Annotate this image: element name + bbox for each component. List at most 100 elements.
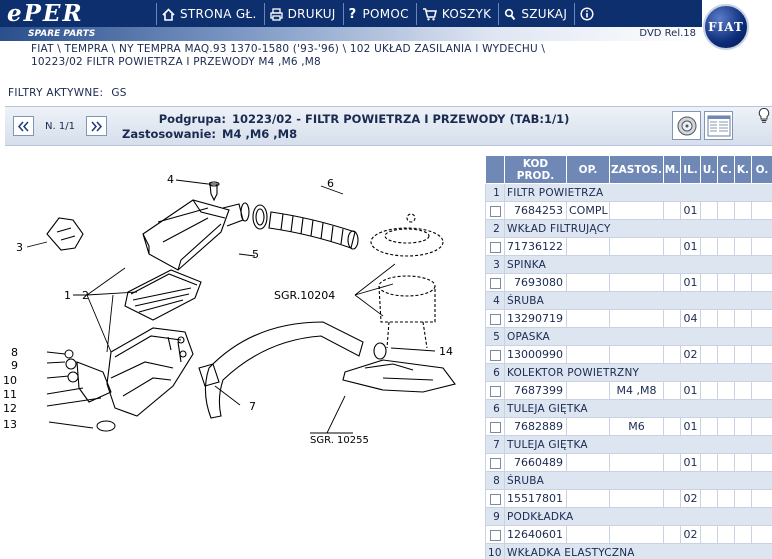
part-group-row: 9 PODKŁADKA [485,507,772,526]
nav-help-label: POMOC [362,7,409,21]
parts-table-body: 1 FILTR POWIETRZA 7684253 COMPL 01 2 WKŁAD FIL… [485,183,772,559]
part-row[interactable]: 7682889 M6 01 [485,417,772,436]
callout-8: 8 [11,346,18,359]
part-row[interactable]: 7687399 M4 ,M8 01 [485,381,772,400]
header-op[interactable]: OP. [566,155,610,184]
part-row[interactable]: 13000990 02 [485,345,772,364]
washer-9-shape [65,358,77,370]
part-k [734,381,752,400]
part-select-cell[interactable] [485,237,505,256]
part-row[interactable]: 7660489 01 [485,453,772,472]
view-tools [672,111,736,140]
part-select-cell[interactable] [485,201,505,220]
part-usage [609,273,664,292]
flexible-pipe-shape [204,321,364,419]
part-group-name: TULEJA GIĘTKA [504,435,772,454]
part-select-checkbox[interactable] [489,277,501,289]
wheel-view-button[interactable] [672,111,701,140]
part-row[interactable]: 7693080 01 [485,273,772,292]
part-select-checkbox[interactable] [489,313,501,325]
part-code[interactable]: 15517801 [504,489,567,508]
part-select-cell[interactable] [485,453,505,472]
next-page-button[interactable] [86,116,107,136]
part-code[interactable]: 7687399 [504,381,567,400]
part-code[interactable]: 13290719 [504,309,567,328]
part-code[interactable]: 71736122 [504,237,567,256]
part-group-name: FILTR POWIETRZA [504,183,772,202]
part-row[interactable]: 13290719 04 [485,309,772,328]
part-c [717,201,735,220]
part-select-cell[interactable] [485,345,505,364]
part-m [663,273,681,292]
header-m[interactable]: M. [663,155,681,184]
prev-page-button[interactable] [13,116,34,136]
part-u [700,453,718,472]
exploded-parts-drawing: 4 6 3 5 1 2 SGR.10204 8 9 14 10 11 7 12 … [3,173,456,446]
top-bar: ePER STRONA GŁ. DRUKUJ ? POMOC KOSZYK SZ… [0,0,702,27]
breadcrumb: FIAT \ TEMPRA \ NY TEMPRA MAQ.93 1370-15… [31,43,591,69]
part-select-checkbox[interactable] [489,349,501,361]
hint-button[interactable] [757,107,771,127]
part-code[interactable]: 7684253 [504,201,567,220]
part-row[interactable]: 71736122 01 [485,237,772,256]
header-code[interactable]: KOD PROD. [504,155,567,184]
header-u[interactable]: U. [700,155,718,184]
part-c [717,309,735,328]
part-code[interactable]: 7693080 [504,273,567,292]
part-c [717,489,735,508]
page-number: N. 1/1 [45,120,75,132]
header-k[interactable]: K. [734,155,752,184]
part-usage [609,489,664,508]
active-filters-value[interactable]: GS [111,87,126,99]
part-c [717,453,735,472]
part-select-checkbox[interactable] [489,529,501,541]
header-qty[interactable]: IL. [680,155,701,184]
part-o [751,381,772,400]
header-c[interactable]: C. [717,155,735,184]
table-view-button[interactable] [704,111,733,140]
part-group-row: 7 TULEJA GIĘTKA [485,435,772,454]
part-code[interactable]: 12640601 [504,525,567,544]
print-icon [269,7,283,21]
spare-parts-tagline: SPARE PARTS [28,29,96,39]
part-select-cell[interactable] [485,417,505,436]
part-group-name: WKŁAD FILTRUJĄCY [504,219,772,238]
nav-home-button[interactable]: STRONA GŁ. [156,3,264,25]
part-qty: 04 [680,309,701,328]
part-group-row: 1 FILTR POWIETRZA [485,183,772,202]
part-k [734,417,752,436]
part-code[interactable]: 7660489 [504,453,567,472]
nav-cart-button[interactable]: KOSZYK [415,3,499,25]
part-qty: 01 [680,237,701,256]
part-row[interactable]: 7684253 COMPL 01 [485,201,772,220]
part-select-checkbox[interactable] [489,205,501,217]
nav-info-button[interactable] [574,3,606,25]
nav-search-button[interactable]: SZUKAJ [498,3,574,25]
part-code[interactable]: 7682889 [504,417,567,436]
header-usage[interactable]: ZASTOS. [609,155,664,184]
nav-print-label: DRUKUJ [287,7,336,21]
nav-print-button[interactable]: DRUKUJ [263,3,343,25]
part-group-name: ŚRUBA [504,291,772,310]
part-k [734,453,752,472]
part-select-cell[interactable] [485,309,505,328]
nav-help-button[interactable]: ? POMOC [342,3,416,25]
header-o[interactable]: O. [751,155,772,184]
part-code[interactable]: 13000990 [504,345,567,364]
part-usage [609,201,664,220]
part-select-checkbox[interactable] [489,385,501,397]
part-select-cell[interactable] [485,525,505,544]
lightbulb-icon [758,107,770,123]
part-select-checkbox[interactable] [489,241,501,253]
part-select-checkbox[interactable] [489,493,501,505]
part-select-cell[interactable] [485,489,505,508]
active-filters-label: FILTRY AKTYWNE: [8,87,104,99]
clip-shape [46,217,84,251]
part-select-cell[interactable] [485,381,505,400]
part-select-checkbox[interactable] [489,457,501,469]
part-select-cell[interactable] [485,273,505,292]
part-row[interactable]: 15517801 02 [485,489,772,508]
part-u [700,237,718,256]
part-select-checkbox[interactable] [489,421,501,433]
part-row[interactable]: 12640601 02 [485,525,772,544]
